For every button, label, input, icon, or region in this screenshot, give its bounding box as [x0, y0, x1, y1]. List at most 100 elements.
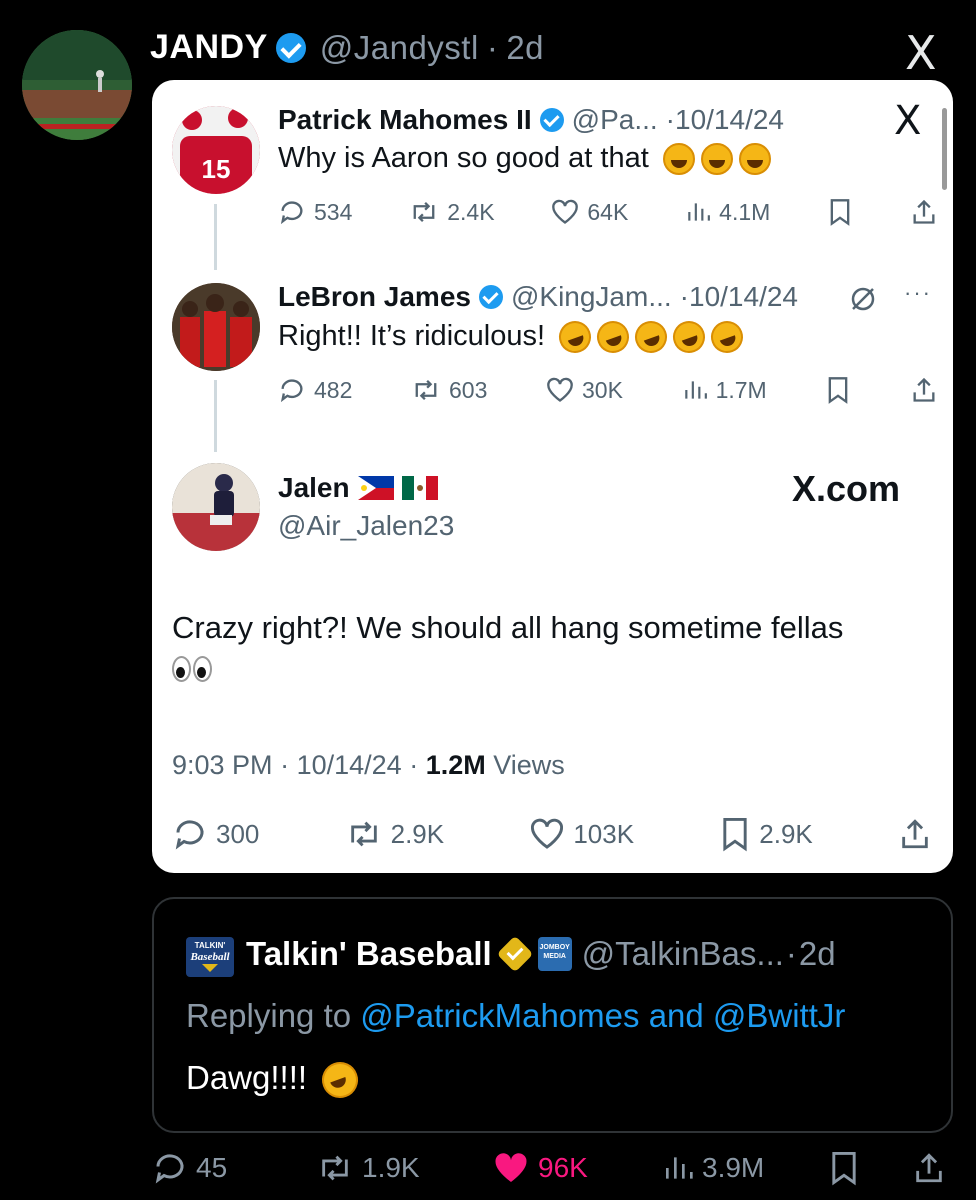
replying-to-mentions[interactable]: @PatrickMahomes and @BwittJr	[360, 997, 845, 1034]
repost-count: 2.9K	[390, 818, 445, 849]
tweet-text: Crazy right?! We should all hang sometim…	[172, 606, 932, 694]
author-name[interactable]: Patrick Mahomes II	[278, 104, 532, 136]
tweet-time[interactable]: 2d	[506, 29, 544, 67]
reply-button[interactable]: 45	[152, 1150, 316, 1186]
like-button[interactable]: 30K	[546, 377, 623, 404]
badge-text: MEDIA	[543, 953, 566, 960]
bookmark-count: 2.9K	[759, 818, 813, 849]
jersey-avatar-icon: 15	[172, 106, 260, 194]
views-button[interactable]: 1.7M	[682, 377, 767, 404]
share-icon[interactable]	[910, 376, 938, 404]
like-button[interactable]: 64K	[551, 199, 628, 226]
replying-to-line: Replying to @PatrickMahomes and @BwittJr	[186, 997, 845, 1035]
embedded-screenshot-card[interactable]: X 15 Patrick Mahomes II @Pa... · 10/14/2…	[152, 80, 953, 873]
reply-icon	[175, 820, 204, 850]
author-name[interactable]: Talkin' Baseball	[246, 935, 492, 973]
tweet-time[interactable]: 9:03 PM	[172, 750, 273, 780]
repost-button[interactable]: 2.9K	[345, 817, 445, 851]
thread-line	[214, 204, 217, 270]
tweet-body: Right!! It’s ridiculous!	[278, 320, 546, 352]
reply-icon	[280, 201, 303, 225]
tweet-time[interactable]: 2d	[799, 935, 836, 973]
rofl-emoji-icon	[554, 316, 596, 358]
repost-button[interactable]: 1.9K	[316, 1151, 492, 1185]
heart-icon	[531, 818, 564, 849]
share-icon[interactable]	[910, 198, 938, 226]
author-handle[interactable]: @TalkinBas...	[582, 935, 784, 973]
bookmark-icon[interactable]	[827, 198, 853, 226]
views-icon	[688, 203, 711, 221]
avatar[interactable]: 15	[172, 106, 260, 194]
views-count: 1.7M	[715, 376, 767, 403]
reply-count: 45	[196, 1152, 228, 1183]
tweet-actions: 482 603 30K 1.7M	[278, 376, 938, 404]
views-icon	[684, 381, 707, 399]
author-name[interactable]: JANDY	[150, 28, 268, 67]
like-button[interactable]: 103K	[529, 818, 634, 850]
bookmark-icon[interactable]	[825, 376, 851, 404]
author-name[interactable]: Jalen	[278, 472, 350, 504]
repost-button[interactable]: 2.4K	[409, 198, 495, 226]
eyes-emoji-icon	[172, 656, 212, 682]
group-photo-avatar-icon	[172, 283, 260, 371]
reply-icon	[155, 1154, 184, 1184]
author-handle[interactable]: @Jandystl	[320, 29, 479, 67]
reply-count: 534	[314, 198, 353, 225]
heart-icon	[552, 199, 579, 224]
tweet-author-header: LeBron James @KingJam... · 10/14/24	[278, 281, 798, 313]
like-count: 30K	[582, 376, 623, 403]
heart-icon	[547, 377, 573, 402]
reply-button[interactable]: 482	[278, 376, 352, 404]
share-icon[interactable]	[898, 817, 932, 851]
rofl-emoji-icon	[630, 316, 672, 358]
avatar[interactable]	[22, 30, 132, 140]
like-count: 103K	[573, 818, 635, 849]
tweet-date[interactable]: 10/14/24	[675, 104, 784, 136]
reply-button[interactable]: 534	[278, 198, 352, 226]
reply-button[interactable]: 300	[172, 816, 259, 852]
verified-badge-icon	[478, 285, 503, 309]
repost-button[interactable]: 603	[411, 376, 487, 404]
views-icon	[666, 1157, 693, 1179]
like-button[interactable]: 96K	[492, 1151, 662, 1185]
views-button[interactable]: 4.1M	[685, 199, 770, 226]
views-button[interactable]: 3.9M	[662, 1151, 828, 1185]
avatar[interactable]	[172, 283, 260, 371]
author-handle[interactable]: @Pa...	[572, 104, 658, 136]
repost-count: 1.9K	[362, 1152, 420, 1183]
repost-count: 2.4K	[447, 198, 495, 225]
tweet-actions: 45 1.9K 96K 3.9M	[152, 1150, 952, 1186]
x-com-watermark: X.com	[792, 468, 901, 509]
logo-text: TALKIN'	[194, 941, 226, 950]
tweet-date[interactable]: 10/14/24	[297, 750, 402, 780]
repost-icon	[350, 821, 377, 847]
rofl-emoji-icon	[668, 316, 710, 358]
author-name[interactable]: LeBron James	[278, 281, 471, 313]
verified-badge-icon	[539, 108, 564, 132]
grok-icon[interactable]	[848, 284, 878, 314]
repost-count: 603	[449, 376, 488, 403]
gold-verified-badge-icon	[496, 935, 534, 973]
tweet-date[interactable]: 10/14/24	[689, 281, 798, 313]
bookmark-icon[interactable]	[828, 1150, 860, 1186]
share-icon[interactable]	[912, 1151, 946, 1185]
separator-dot: ·	[665, 104, 675, 135]
rofl-emoji-icon	[706, 316, 748, 358]
views-label: Views	[493, 750, 565, 780]
baseball-field-avatar-icon	[22, 30, 132, 140]
author-handle[interactable]: @Air_Jalen23	[278, 510, 454, 542]
tweet-text: Why is Aaron so good at that	[278, 142, 771, 176]
scrollbar[interactable]	[942, 108, 947, 190]
more-options-icon[interactable]: ···	[904, 280, 932, 306]
bookmark-button[interactable]: 2.9K	[719, 816, 813, 852]
repost-icon	[413, 201, 435, 223]
author-handle[interactable]: @KingJam...	[511, 281, 672, 313]
quoted-reply-card[interactable]: TALKIN' Baseball Talkin' Baseball JOMBOY…	[152, 897, 953, 1133]
tweet-author-header: Jalen	[278, 472, 438, 504]
tweet-actions: 534 2.4K 64K 4.1M	[278, 198, 938, 226]
views-count: 1.2M	[425, 750, 486, 780]
separator-dot: ·	[280, 750, 297, 780]
avatar[interactable]	[172, 463, 260, 551]
logo-text: Baseball	[190, 951, 230, 963]
joy-emoji-icon	[700, 143, 733, 176]
